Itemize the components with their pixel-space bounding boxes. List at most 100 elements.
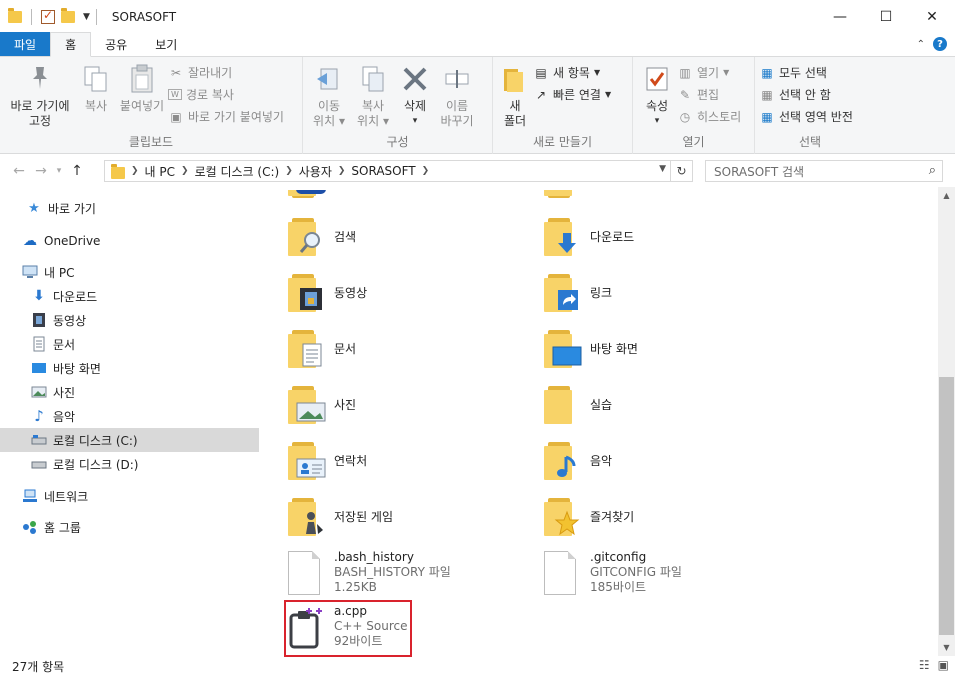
chevron-right-icon[interactable]: ❯ (181, 166, 189, 176)
scroll-up-icon[interactable]: ▲ (938, 187, 955, 204)
sidebar-item-desktop[interactable]: 바탕 화면 (0, 356, 259, 380)
search-input[interactable]: SORASOFT 검색 ⌕ (705, 160, 943, 182)
address-bar[interactable]: ❯ 내 PC ❯ 로컬 디스크 (C:) ❯ 사용자 ❯ SORASOFT ❯ … (104, 160, 693, 182)
address-history-dropdown[interactable]: ▼ (659, 164, 666, 174)
back-button[interactable]: ← (8, 163, 30, 179)
item-name: 동영상 (334, 285, 368, 300)
folder-item-saved-games[interactable]: 저장된 게임 (288, 496, 393, 536)
sidebar-item-network[interactable]: 네트워크 (0, 484, 259, 508)
folder-item-desktop[interactable]: 바탕 화면 (544, 328, 638, 368)
move-label-1: 이동 (317, 99, 341, 113)
folder-item-videos[interactable]: 동영상 (288, 272, 367, 312)
properties-icon[interactable] (41, 8, 55, 24)
select-none-button[interactable]: ▦ 선택 안 함 (759, 85, 853, 104)
folder-item-search[interactable]: 검색 (288, 216, 356, 256)
new-group: 새 폴더 ▤ 새 항목 ▼ ↗ 빠른 연결 ▼ 새로 만들기 (493, 57, 633, 154)
chevron-right-icon[interactable]: ❯ (285, 166, 293, 176)
folder-item-pictures[interactable]: 사진 (288, 384, 356, 424)
folder-item-links[interactable]: 링크 (544, 272, 612, 312)
edit-icon: ✎ (679, 87, 691, 102)
customize-toolbar-icon[interactable]: ▼ (83, 12, 90, 22)
vertical-scrollbar[interactable]: ▲ ▼ (938, 187, 955, 656)
sidebar-item-downloads[interactable]: ⬇ 다운로드 (0, 284, 259, 308)
recent-locations-button[interactable]: ▾ (52, 166, 66, 176)
breadcrumb-sorasoft[interactable]: SORASOFT (345, 164, 421, 178)
sidebar-item-music[interactable]: ♪ 음악 (0, 404, 259, 428)
up-button[interactable]: ↑ (66, 163, 88, 179)
new-folder-label-2: 폴더 (503, 114, 527, 128)
minimize-button[interactable]: — (817, 0, 863, 33)
select-all-button[interactable]: ▦ 모두 선택 (759, 63, 853, 82)
list-item[interactable] (288, 190, 334, 200)
edit-button[interactable]: ✎ 편집 (677, 85, 741, 104)
file-item-bash-history[interactable]: .bash_history BASH_HISTORY 파일 1.25KB (288, 550, 451, 595)
copy-path-button[interactable]: W 경로 복사 (168, 85, 284, 104)
folder-item-practice[interactable]: 실습 (544, 384, 612, 424)
music-icon (544, 440, 578, 480)
organize-label: 구성 (386, 135, 409, 149)
item-size: 185바이트 (590, 580, 647, 594)
sidebar-item-quick-access[interactable]: ★ 바로 가기 (0, 196, 259, 220)
pictures-icon (288, 384, 326, 424)
item-name: 저장된 게임 (334, 509, 394, 524)
details-view-icon[interactable]: ☷ (919, 658, 930, 672)
sidebar-item-label: 로컬 디스크 (C:) (53, 433, 138, 448)
network-icon (22, 488, 38, 504)
open-dropdown-icon: ▼ (723, 68, 730, 77)
sidebar-item-label: 동영상 (53, 313, 87, 328)
scrollbar-thumb[interactable] (939, 377, 954, 635)
refresh-button[interactable]: ↻ (670, 161, 692, 181)
collapse-ribbon-icon[interactable]: ⌃ (917, 39, 925, 50)
open-button[interactable]: ▥ 열기 ▼ (677, 63, 741, 82)
homegroup-icon (22, 519, 38, 535)
sidebar-item-this-pc[interactable]: 내 PC (0, 260, 259, 284)
easy-access-icon: ↗ (535, 87, 547, 102)
chevron-right-icon[interactable]: ❯ (131, 166, 139, 176)
organize-group: 이동 위치 ▾ 복사 위치 ▾ 삭제 ▾ 이름 바꾸기 구성 (303, 57, 493, 154)
paste-shortcut-button[interactable]: ▣ 바로 가기 붙여넣기 (168, 107, 284, 126)
file-item-gitconfig[interactable]: .gitconfig GITCONFIG 파일 185바이트 (544, 550, 682, 595)
sidebar-item-videos[interactable]: 동영상 (0, 308, 259, 332)
invert-selection-button[interactable]: ▦ 선택 영역 반전 (759, 107, 853, 126)
clipboard-group: 바로 가기에 고정 복사 붙여넣기 ✂ 잘라내기 W 경로 복사 ▣ 바로 가기… (0, 57, 303, 154)
sidebar-item-pictures[interactable]: 사진 (0, 380, 259, 404)
new-folder-icon[interactable] (61, 7, 75, 23)
divider (31, 8, 32, 25)
history-button[interactable]: ◷ 히스토리 (677, 107, 741, 126)
scroll-down-icon[interactable]: ▼ (938, 639, 955, 656)
tab-home[interactable]: 홈 (50, 32, 92, 57)
folder-item-contacts[interactable]: 연락처 (288, 440, 367, 480)
tab-file[interactable]: 파일 (0, 32, 51, 56)
sidebar-item-homegroup[interactable]: 홈 그룹 (0, 515, 259, 539)
folder-item-documents[interactable]: 문서 (288, 328, 356, 368)
search-icon: ⌕ (928, 163, 936, 178)
breadcrumb-users[interactable]: 사용자 (293, 163, 338, 180)
large-icons-view-icon[interactable]: ▣ (938, 658, 949, 672)
properties-icon (641, 63, 673, 95)
sidebar-item-onedrive[interactable]: ☁ OneDrive (0, 229, 259, 253)
folder-item-favorites[interactable]: 즐겨찾기 (544, 496, 634, 536)
chevron-right-icon[interactable]: ❯ (422, 166, 430, 176)
sidebar-item-local-disk-c[interactable]: 로컬 디스크 (C:) (0, 428, 259, 452)
breadcrumb-this-pc[interactable]: 내 PC (139, 163, 181, 180)
tab-share[interactable]: 공유 (91, 32, 141, 56)
sidebar-item-local-disk-d[interactable]: 로컬 디스크 (D:) (0, 452, 259, 476)
forward-button[interactable]: → (30, 163, 52, 179)
easy-access-button[interactable]: ↗ 빠른 연결 ▼ (533, 85, 611, 104)
folder-icon (544, 384, 578, 424)
maximize-button[interactable]: ☐ (863, 0, 909, 33)
breadcrumb-local-disk[interactable]: 로컬 디스크 (C:) (189, 163, 286, 180)
list-item[interactable] (544, 190, 590, 200)
help-icon[interactable]: ? (933, 37, 947, 51)
chevron-right-icon[interactable]: ❯ (338, 166, 346, 176)
cut-button[interactable]: ✂ 잘라내기 (168, 63, 284, 82)
sidebar-item-documents[interactable]: 문서 (0, 332, 259, 356)
tab-view[interactable]: 보기 (141, 32, 191, 56)
contacts-icon (288, 440, 326, 480)
new-item-button[interactable]: ▤ 새 항목 ▼ (533, 63, 611, 82)
folder-item-downloads[interactable]: 다운로드 (544, 216, 634, 256)
close-button[interactable]: ✕ (909, 0, 955, 33)
favorites-icon (544, 496, 580, 536)
copy-path-icon: W (168, 89, 182, 100)
folder-item-music[interactable]: 음악 (544, 440, 612, 480)
